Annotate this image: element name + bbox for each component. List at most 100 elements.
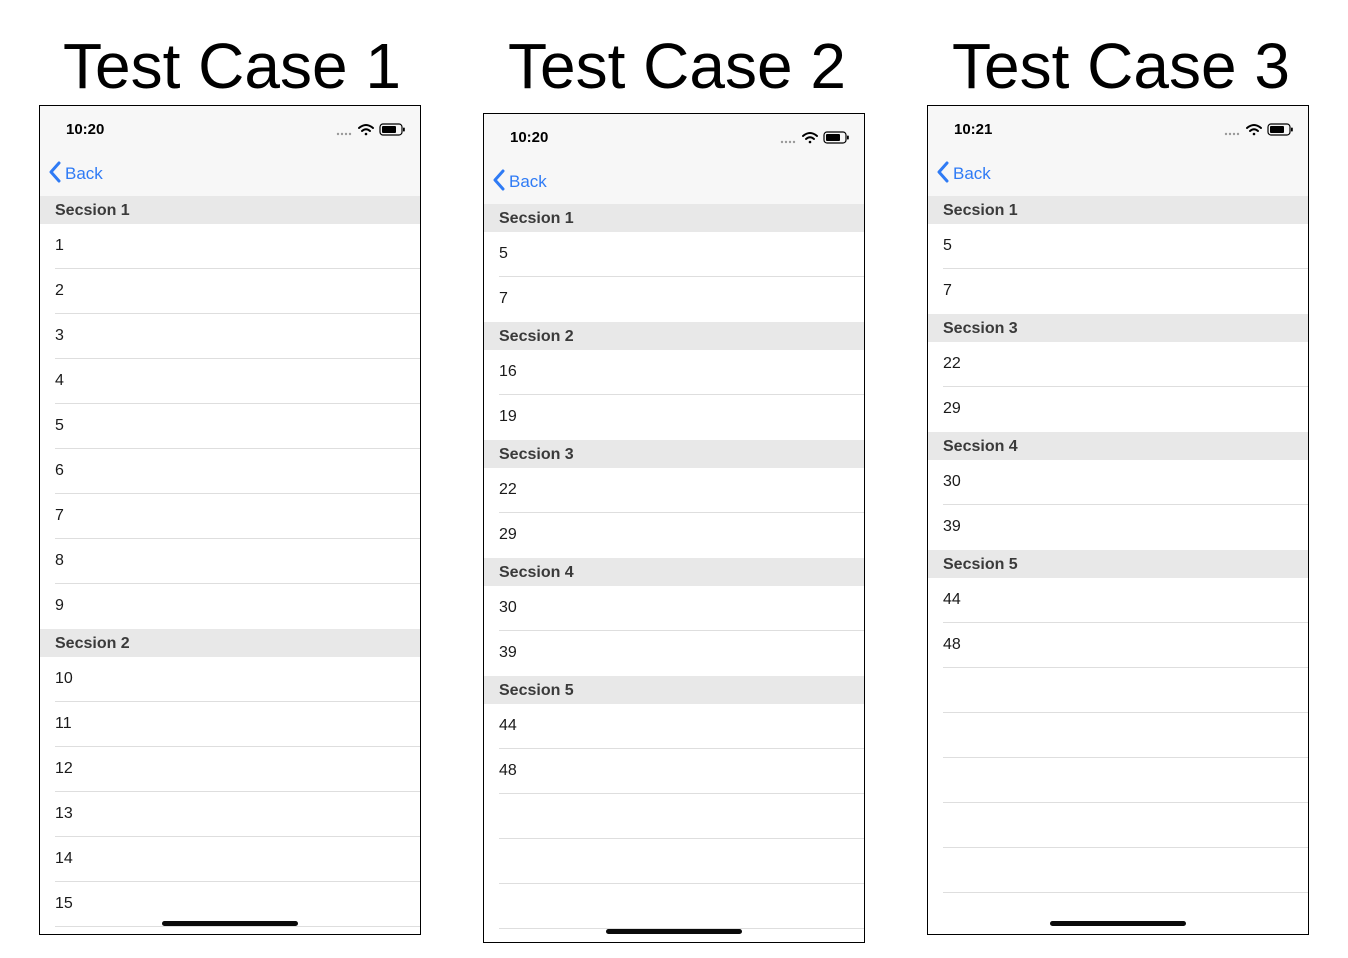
phone-screenshot: 10:20 Back Secsion 1 5 7 Secsion 2 16 19 Secsion…: [483, 113, 865, 943]
table-view[interactable]: Secsion 1 1 2 3 4 5 6 7 8 9 Secsion 2 10 11 12 13 14 15: [40, 196, 420, 927]
test-case-title: Test Case 2: [508, 30, 846, 102]
table-row[interactable]: 13: [40, 792, 420, 837]
test-case-title: Test Case 3: [952, 30, 1290, 102]
row-label: 44: [499, 717, 517, 734]
row-label: 4: [55, 372, 64, 389]
battery-icon: [823, 131, 849, 144]
table-row[interactable]: 7: [40, 494, 420, 539]
table-row[interactable]: 48: [928, 623, 1308, 668]
table-row[interactable]: 30: [484, 586, 864, 631]
section-header: Secsion 2: [484, 322, 864, 350]
back-button[interactable]: Back: [492, 169, 547, 194]
table-row[interactable]: 8: [40, 539, 420, 584]
table-row[interactable]: 22: [928, 342, 1308, 387]
section-header: Secsion 3: [928, 314, 1308, 342]
table-row[interactable]: 11: [40, 702, 420, 747]
back-label: Back: [65, 164, 103, 183]
phone-screenshot: 10:21 Back Secsion 1 5 7 Secsion 3 22 29 Secsion…: [927, 105, 1309, 935]
table-row[interactable]: 48: [484, 749, 864, 794]
navigation-bar: 10:20 Back: [484, 114, 864, 204]
table-row[interactable]: 16: [484, 350, 864, 395]
table-row[interactable]: 3: [40, 314, 420, 359]
section-header: Secsion 5: [484, 676, 864, 704]
table-row[interactable]: 5: [40, 404, 420, 449]
battery-icon: [1267, 123, 1293, 136]
row-label: 19: [499, 408, 517, 425]
back-button[interactable]: Back: [936, 161, 991, 188]
row-label: 13: [55, 805, 73, 822]
status-icons: [1224, 122, 1294, 136]
table-row[interactable]: 7: [484, 277, 864, 322]
row-label: 39: [943, 518, 961, 535]
table-row[interactable]: 19: [484, 395, 864, 440]
row-label: 5: [55, 417, 64, 434]
row-label: 29: [499, 526, 517, 543]
row-label: 2: [55, 282, 64, 299]
section-header: Secsion 4: [928, 432, 1308, 460]
home-indicator: [606, 929, 742, 934]
row-label: 39: [499, 644, 517, 661]
back-button[interactable]: Back: [48, 161, 103, 188]
table-row[interactable]: 44: [484, 704, 864, 749]
table-row[interactable]: 29: [928, 387, 1308, 432]
table-row[interactable]: 39: [928, 505, 1308, 550]
navigation-bar: 10:21 Back: [928, 106, 1308, 196]
row-label: 12: [55, 760, 73, 777]
home-indicator: [162, 921, 298, 926]
table-row[interactable]: 29: [484, 513, 864, 558]
table-row[interactable]: 9: [40, 584, 420, 629]
table-view[interactable]: Secsion 1 5 7 Secsion 3 22 29 Secsion 4 30 39 Sec…: [928, 196, 1308, 893]
row-label: 5: [499, 245, 508, 262]
section-header: Secsion 4: [484, 558, 864, 586]
section-header: Secsion 2: [40, 629, 420, 657]
table-row[interactable]: 10: [40, 657, 420, 702]
row-label: 7: [55, 507, 64, 524]
row-separator: [55, 926, 420, 927]
status-time: 10:21: [954, 121, 993, 138]
row-label: 44: [943, 591, 961, 608]
table-row[interactable]: 14: [40, 837, 420, 882]
row-label: 5: [943, 237, 952, 254]
empty-row: [928, 848, 1308, 893]
table-row[interactable]: 2: [40, 269, 420, 314]
table-row[interactable]: 12: [40, 747, 420, 792]
home-indicator: [1050, 921, 1186, 926]
empty-row: [484, 884, 864, 929]
table-row[interactable]: 4: [40, 359, 420, 404]
cellular-dots-icon: [780, 140, 796, 144]
wifi-icon: [1246, 124, 1262, 136]
back-label: Back: [509, 172, 547, 191]
row-label: 10: [55, 670, 73, 687]
empty-row: [928, 803, 1308, 848]
table-row[interactable]: 7: [928, 269, 1308, 314]
table-view[interactable]: Secsion 1 5 7 Secsion 2 16 19 Secsion 3 22 29 Sec…: [484, 204, 864, 929]
phone-screenshot: 10:20 Back Secsion 1 1 2 3 4 5 6 7 8 9 Secsion 2 10 11…: [39, 105, 421, 935]
chevron-left-icon: [48, 161, 62, 188]
wifi-icon: [802, 132, 818, 144]
empty-row: [484, 839, 864, 884]
row-label: 16: [499, 363, 517, 380]
row-label: 48: [943, 636, 961, 653]
table-row[interactable]: 1: [40, 224, 420, 269]
status-time: 10:20: [510, 129, 549, 146]
row-label: 3: [55, 327, 64, 344]
row-label: 22: [499, 481, 517, 498]
table-row[interactable]: 6: [40, 449, 420, 494]
status-icons: [336, 122, 406, 136]
section-header: Secsion 3: [484, 440, 864, 468]
section-header: Secsion 1: [40, 196, 420, 224]
chevron-left-icon: [936, 161, 950, 188]
empty-row: [928, 758, 1308, 803]
table-row[interactable]: 30: [928, 460, 1308, 505]
battery-icon: [379, 123, 405, 136]
row-label: 11: [55, 715, 72, 732]
table-row[interactable]: 5: [928, 224, 1308, 269]
table-row[interactable]: 22: [484, 468, 864, 513]
table-row[interactable]: 44: [928, 578, 1308, 623]
empty-row: [484, 794, 864, 839]
row-label: 30: [943, 473, 961, 490]
table-row[interactable]: 5: [484, 232, 864, 277]
section-header: Secsion 1: [484, 204, 864, 232]
row-label: 14: [55, 850, 73, 867]
table-row[interactable]: 39: [484, 631, 864, 676]
